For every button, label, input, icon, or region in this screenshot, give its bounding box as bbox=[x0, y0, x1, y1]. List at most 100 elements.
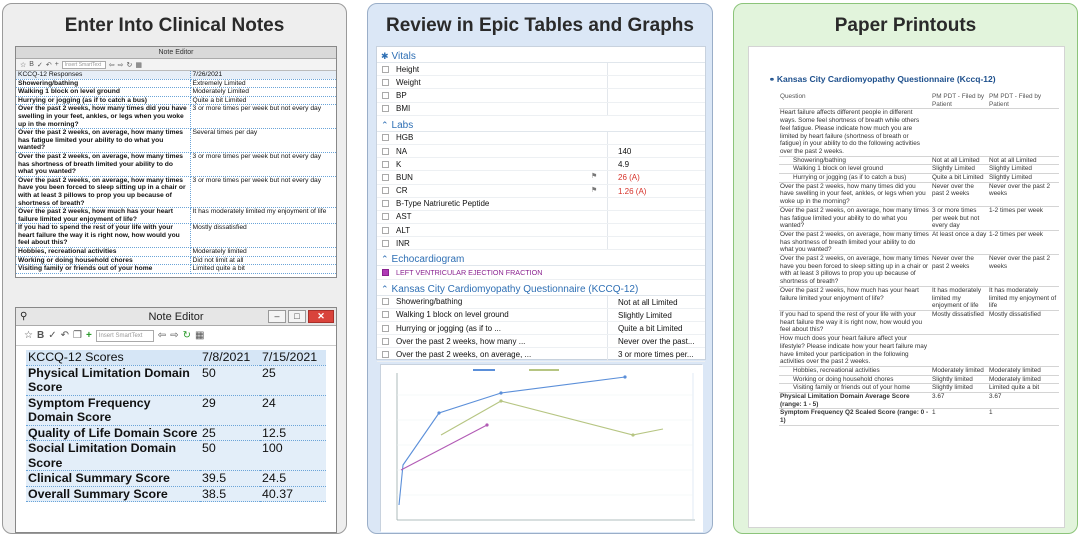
row-checkbox[interactable] bbox=[382, 337, 389, 345]
flowsheet-row[interactable]: HGB bbox=[377, 131, 705, 145]
question-cell: Working or doing household chores bbox=[779, 375, 931, 385]
table-row: Symptom Frequency Domain Score 29 24 bbox=[26, 395, 326, 426]
flowsheet-row[interactable]: Weight bbox=[377, 76, 705, 90]
row-checkbox[interactable] bbox=[382, 226, 389, 234]
flowsheet-row[interactable]: BMI bbox=[377, 102, 705, 116]
row-checkbox[interactable] bbox=[382, 350, 389, 358]
section-labs[interactable]: ⌃ Labs bbox=[377, 116, 705, 132]
copy-icon[interactable]: ❐ bbox=[73, 330, 82, 341]
row-label: Height bbox=[396, 64, 420, 74]
table-row: Over the past 2 weeks, on average, how m… bbox=[779, 206, 1059, 231]
flowsheet-row[interactable]: CR 1.26 (A) ⚑ bbox=[377, 184, 705, 198]
section-kccq[interactable]: ⌃ Kansas City Cardiomyopathy Questionnair… bbox=[377, 280, 705, 296]
answer-cell: It has moderately limited my enjoyment o… bbox=[988, 286, 1059, 311]
flowsheet-row[interactable]: INR bbox=[377, 237, 705, 251]
section-echo[interactable]: ⌃ Echocardiogram bbox=[377, 250, 705, 267]
flowsheet-row[interactable]: NA 140 bbox=[377, 144, 705, 159]
row-label: Over the past 2 weeks, on average, ... bbox=[396, 349, 532, 359]
answer-cell bbox=[988, 108, 1059, 157]
row-checkbox[interactable] bbox=[382, 311, 389, 319]
question-cell: Over the past 2 weeks, on average, how m… bbox=[779, 206, 931, 231]
table-row: Visiting family or friends out of your h… bbox=[16, 264, 336, 274]
add-icon[interactable]: + bbox=[86, 330, 92, 341]
row-checkbox[interactable] bbox=[382, 160, 389, 168]
table-row: Over the past 2 weeks, how many times di… bbox=[779, 182, 1059, 207]
answer-cell: Moderately limited bbox=[931, 366, 988, 376]
question-cell: Showering/bathing bbox=[779, 156, 931, 166]
row-checkbox[interactable] bbox=[382, 213, 389, 221]
flowsheet-row[interactable]: K 4.9 bbox=[377, 158, 705, 172]
flowsheet-row[interactable]: BP bbox=[377, 89, 705, 103]
section-vitals[interactable]: ✱ Vitals bbox=[377, 47, 705, 63]
add-icon[interactable]: + bbox=[55, 61, 59, 68]
answer-cell: At least once a day bbox=[931, 230, 988, 256]
arrow-left-icon[interactable]: ⇦ bbox=[158, 330, 166, 341]
answer-cell bbox=[931, 108, 988, 157]
flowsheet-row[interactable]: Over the past 2 weeks, on average, ... 3 … bbox=[377, 348, 705, 362]
close-button[interactable]: ✕ bbox=[308, 310, 334, 323]
row-value bbox=[607, 131, 697, 144]
row-checkbox[interactable] bbox=[382, 298, 389, 306]
row-checkbox[interactable] bbox=[382, 239, 389, 247]
row-checkbox[interactable] bbox=[382, 134, 389, 142]
flowsheet-row[interactable]: LEFT VENTRICULAR EJECTION FRACTION bbox=[377, 266, 705, 280]
bold-icon[interactable]: B bbox=[29, 61, 34, 68]
grid-icon[interactable]: ▦ bbox=[195, 330, 204, 341]
favorite-icon[interactable]: ☆ bbox=[20, 61, 26, 69]
flowsheet-row[interactable]: ALT bbox=[377, 224, 705, 238]
row-label: Over the past 2 weeks, how many ... bbox=[396, 336, 526, 346]
panel-title: Paper Printouts bbox=[834, 15, 977, 36]
note-editor-responses[interactable]: Note Editor ☆ B ✓ ↶ + Insert SmartText ⇦… bbox=[15, 46, 337, 278]
flowsheet-row[interactable]: Height bbox=[377, 63, 705, 77]
header-cell: 7/26/2021 bbox=[190, 71, 336, 80]
row-checkbox[interactable] bbox=[382, 91, 389, 99]
undo-icon[interactable]: ↶ bbox=[61, 330, 69, 341]
bold-icon[interactable]: B bbox=[37, 330, 44, 341]
score-cell: 50 bbox=[200, 440, 260, 471]
row-checkbox[interactable] bbox=[382, 324, 389, 332]
flowsheet-row[interactable]: Hurrying or jogging (as if to ... Quite a… bbox=[377, 322, 705, 336]
pin-icon[interactable]: ⚲ bbox=[20, 308, 27, 326]
grid-icon[interactable]: ▦ bbox=[135, 61, 142, 69]
undo-icon[interactable]: ↶ bbox=[46, 61, 52, 69]
table-row: Symptom Frequency Q2 Scaled Score (range… bbox=[779, 408, 1059, 426]
minimize-button[interactable]: – bbox=[268, 310, 286, 323]
row-checkbox[interactable] bbox=[382, 269, 389, 277]
row-checkbox[interactable] bbox=[382, 200, 389, 208]
row-checkbox[interactable] bbox=[382, 78, 389, 86]
row-checkbox[interactable] bbox=[382, 187, 389, 195]
header-cell: PM PDT - Filed by Patient bbox=[988, 93, 1059, 110]
legend-swatch-olive bbox=[529, 369, 559, 371]
flowsheet-row[interactable]: B-Type Natriuretic Peptide bbox=[377, 197, 705, 211]
row-checkbox[interactable] bbox=[382, 65, 389, 73]
row-checkbox[interactable] bbox=[382, 147, 389, 155]
comment-flag-icon[interactable]: ⚑ bbox=[591, 172, 597, 180]
arrow-right-icon[interactable]: ⇨ bbox=[118, 61, 124, 69]
answer-cell: Mostly dissatisfied bbox=[988, 310, 1059, 336]
flowsheet-row[interactable]: BUN 26 (A) ⚑ bbox=[377, 171, 705, 185]
smarttext-input[interactable]: Insert SmartText bbox=[61, 60, 106, 69]
answer-cell: Slightly limited bbox=[931, 383, 988, 393]
note-editor-scores[interactable]: ⚲ Note Editor – □ ✕ ☆ B ✓ ↶ ❐ + Insert S… bbox=[15, 307, 337, 533]
question-cell: Over the past 2 weeks, how many times di… bbox=[16, 104, 191, 130]
question-cell: Visiting family or friends out of your h… bbox=[16, 264, 191, 274]
refresh-icon[interactable]: ↻ bbox=[127, 61, 133, 69]
kccq-responses-table: KCCQ-12 Responses 7/26/2021 Showering/bath… bbox=[16, 71, 336, 274]
arrow-left-icon[interactable]: ⇦ bbox=[109, 61, 115, 69]
answer-cell: Mostly dissatisfied bbox=[931, 310, 988, 336]
flowsheet-row[interactable]: Walking 1 block on level ground Slightly … bbox=[377, 308, 705, 322]
score-name-cell: Symptom Frequency Domain Score bbox=[26, 395, 200, 426]
flowsheet-row[interactable]: AST bbox=[377, 210, 705, 225]
maximize-button[interactable]: □ bbox=[288, 310, 306, 323]
flowsheet-row[interactable]: Over the past 2 weeks, how many ... Never… bbox=[377, 335, 705, 349]
spellcheck-icon[interactable]: ✓ bbox=[48, 330, 56, 341]
arrow-right-icon[interactable]: ⇨ bbox=[170, 330, 178, 341]
favorite-icon[interactable]: ☆ bbox=[24, 330, 33, 341]
flowsheet-row[interactable]: Showering/bathing Not at all Limited bbox=[377, 295, 705, 309]
smarttext-input[interactable]: Insert SmartText bbox=[95, 329, 154, 342]
refresh-icon[interactable]: ↻ bbox=[183, 330, 191, 341]
row-checkbox[interactable] bbox=[382, 105, 389, 113]
spellcheck-icon[interactable]: ✓ bbox=[37, 61, 43, 69]
row-checkbox[interactable] bbox=[382, 173, 389, 181]
comment-flag-icon[interactable]: ⚑ bbox=[591, 186, 597, 194]
